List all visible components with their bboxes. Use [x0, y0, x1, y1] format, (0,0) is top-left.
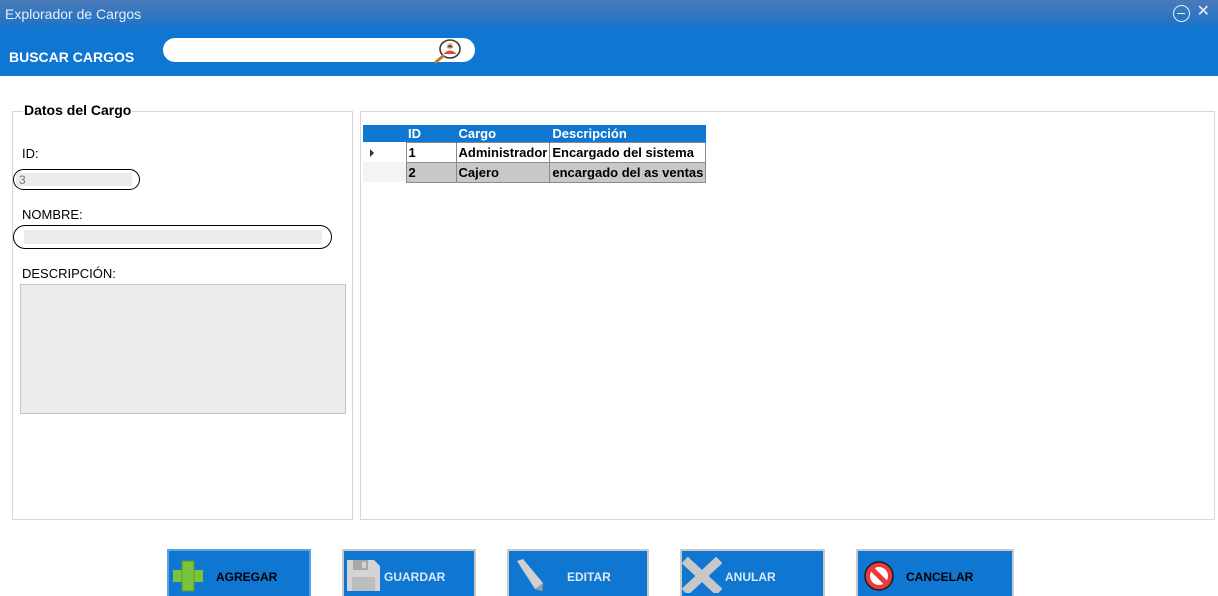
descripcion-field[interactable]	[20, 284, 346, 414]
anular-button[interactable]: ANULAR	[680, 549, 825, 596]
search-label: BUSCAR CARGOS	[9, 49, 135, 65]
search-bar: BUSCAR CARGOS	[0, 28, 1218, 76]
table-row[interactable]: 2 Cajero encargado del as ventas	[363, 161, 707, 183]
search-input[interactable]	[163, 38, 475, 62]
close-icon[interactable]: ✕	[1197, 4, 1210, 20]
cargo-grid-panel: ID Cargo Descripción 1 Administrador Enc…	[360, 111, 1215, 520]
id-field[interactable]	[16, 173, 132, 186]
cell-descripcion[interactable]: Encargado del sistema	[549, 141, 707, 163]
cargo-explorer-window: Explorador de Cargos ✕ BUSCAR CARGOS Dat…	[0, 0, 1218, 596]
column-header-cargo[interactable]: Cargo	[456, 125, 551, 142]
row-selector[interactable]	[363, 142, 406, 162]
cell-id[interactable]: 1	[405, 141, 457, 163]
circle-minus-icon[interactable]	[1173, 5, 1190, 22]
cell-descripcion[interactable]: encargado del as ventas	[549, 161, 707, 183]
prohibited-icon	[860, 557, 900, 593]
row-header-corner	[363, 125, 406, 142]
editar-label: EDITAR	[567, 570, 611, 584]
floppy-disk-icon	[344, 557, 384, 593]
nombre-field[interactable]	[24, 230, 322, 244]
descripcion-label: DESCRIPCIÓN:	[22, 266, 116, 281]
x-cross-icon	[681, 556, 723, 596]
guardar-label: GUARDAR	[384, 570, 446, 584]
pencil-icon	[509, 557, 549, 593]
plus-icon	[169, 557, 209, 593]
group-legend: Datos del Cargo	[23, 102, 133, 118]
agregar-button[interactable]: AGREGAR	[167, 549, 311, 596]
title-bar: Explorador de Cargos ✕	[0, 0, 1218, 28]
nombre-label: NOMBRE:	[22, 207, 83, 222]
cell-cargo[interactable]: Cajero	[455, 161, 551, 183]
cell-id[interactable]: 2	[405, 161, 457, 183]
id-field-frame	[13, 169, 140, 190]
nombre-field-frame	[13, 225, 332, 249]
cancelar-button[interactable]: CANCELAR	[856, 549, 1014, 596]
anular-label: ANULAR	[725, 570, 776, 584]
cancelar-label: CANCELAR	[906, 570, 974, 584]
cell-cargo[interactable]: Administrador	[455, 141, 551, 163]
agregar-label: AGREGAR	[216, 570, 278, 584]
window-title: Explorador de Cargos	[5, 6, 142, 22]
user-search-icon[interactable]	[430, 38, 466, 64]
table-header-row: ID Cargo Descripción	[363, 125, 707, 142]
column-header-descripcion[interactable]: Descripción	[549, 125, 707, 142]
guardar-button[interactable]: GUARDAR	[342, 549, 476, 596]
row-selector[interactable]	[363, 162, 406, 182]
current-row-arrow-icon	[370, 148, 374, 157]
table-row[interactable]: 1 Administrador Encargado del sistema	[363, 141, 707, 163]
editar-button[interactable]: EDITAR	[507, 549, 649, 596]
id-label: ID:	[22, 146, 39, 161]
cargo-table[interactable]: ID Cargo Descripción 1 Administrador Enc…	[363, 125, 707, 183]
cargo-data-group: Datos del Cargo ID: NOMBRE: DESCRIPCIÓN:	[12, 102, 353, 520]
column-header-id[interactable]: ID	[406, 125, 457, 142]
